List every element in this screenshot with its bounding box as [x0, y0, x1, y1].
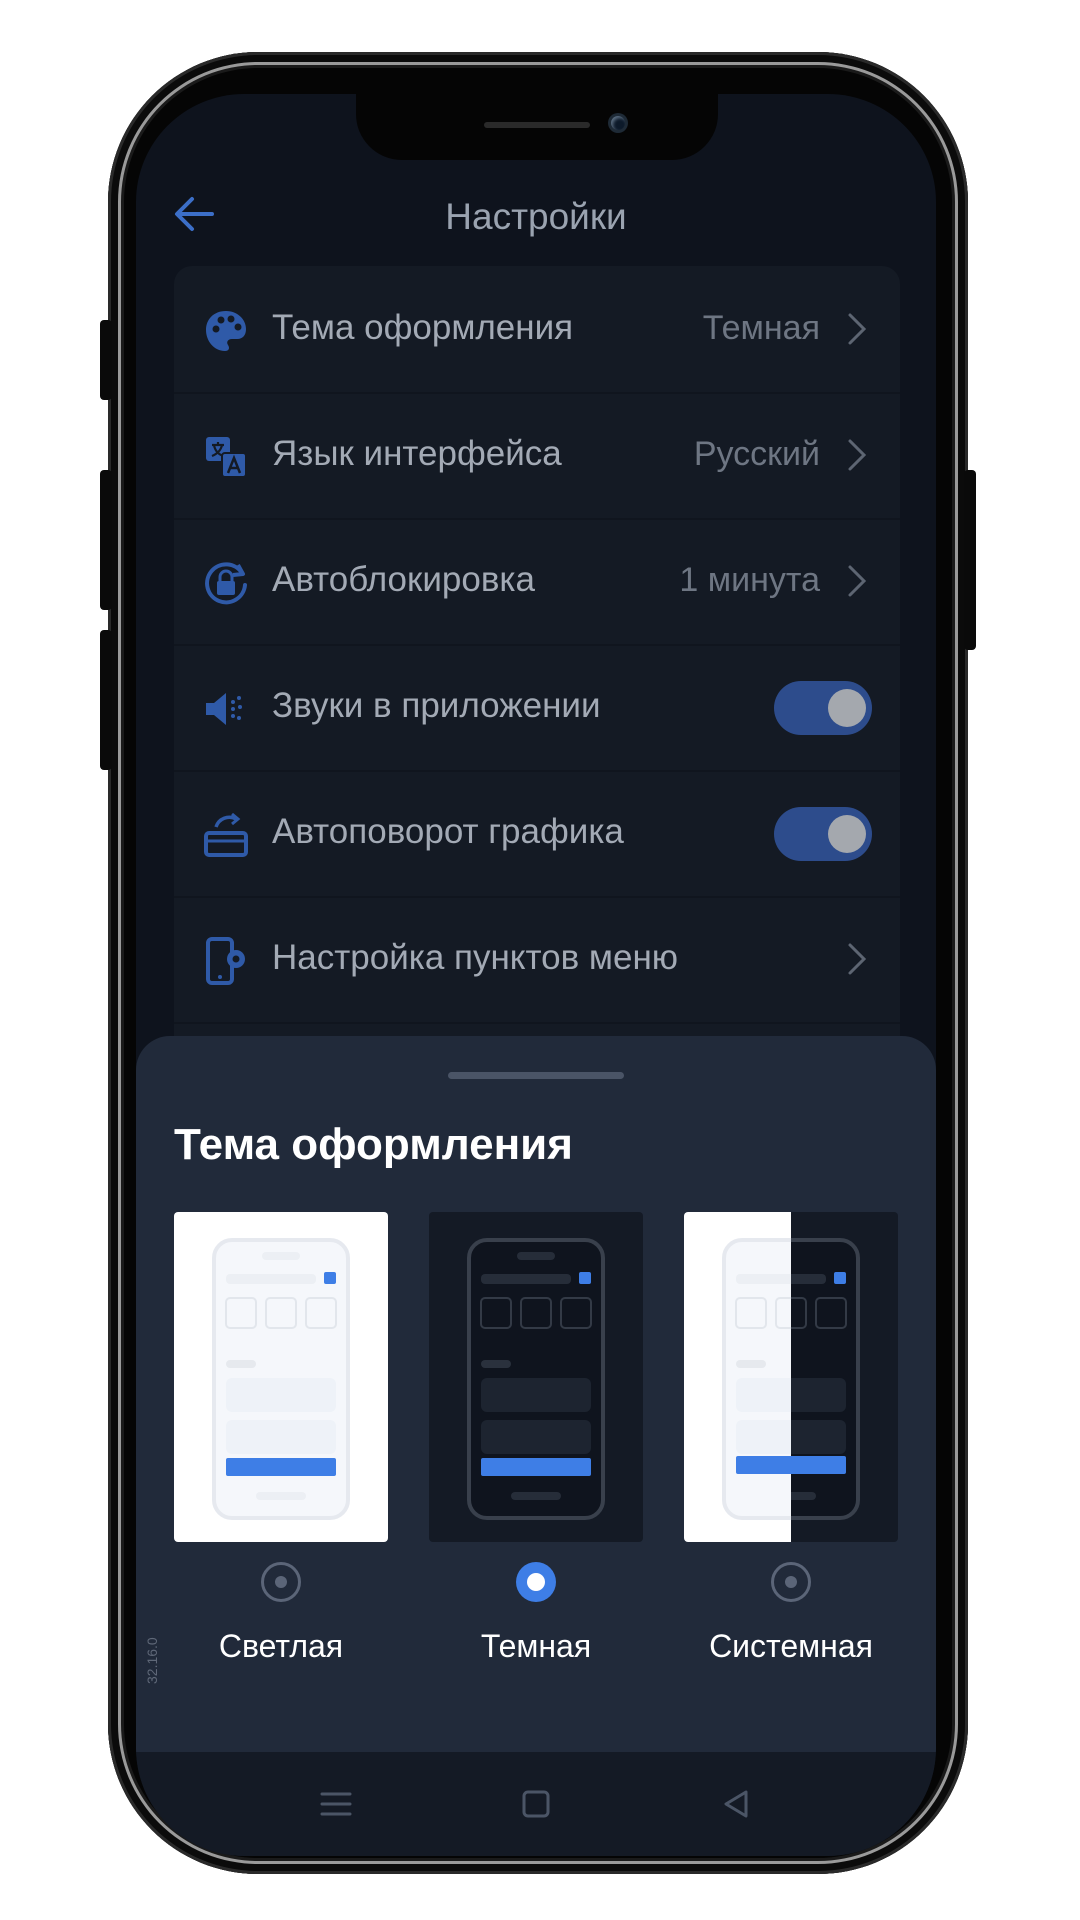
theme-label: Системная — [709, 1628, 873, 1664]
chevron-right-icon — [848, 313, 867, 345]
setting-row-autorotate[interactable]: Автоповорот графика — [174, 770, 900, 898]
volume-up-button — [100, 320, 112, 400]
front-camera-icon — [611, 116, 625, 130]
speaker-grille — [484, 122, 590, 128]
chevron-right-icon — [848, 943, 867, 975]
light-theme-preview — [174, 1212, 388, 1542]
sheet-title: Тема оформления — [174, 1120, 573, 1169]
setting-row-menu-items[interactable]: Настройка пунктов меню — [174, 896, 900, 1024]
top-bar: Настройки — [136, 174, 936, 254]
theme-label: Темная — [480, 1628, 592, 1664]
chevron-right-icon — [848, 565, 867, 597]
radio-light[interactable] — [261, 1562, 301, 1602]
setting-row-sounds[interactable]: Звуки в приложении — [174, 644, 900, 772]
setting-row-language[interactable]: Язык интерфейса Русский — [174, 392, 900, 520]
volume-side-button — [100, 630, 112, 770]
setting-value: Темная — [702, 309, 820, 347]
radio-system[interactable] — [771, 1562, 811, 1602]
theme-bottom-sheet: Тема оформления Светлая Темная Системная… — [136, 1036, 936, 1752]
menu-icon — [320, 1792, 352, 1816]
system-back-button[interactable] — [712, 1780, 760, 1828]
settings-list: Тема оформления Темная Язык интерфейса Р… — [174, 266, 900, 1066]
dark-theme-preview — [429, 1212, 643, 1542]
phone-screen: Настройки Тема оформления Темная Язык ин… — [136, 94, 936, 1856]
page-title: Настройки — [445, 196, 627, 237]
setting-value: Русский — [693, 435, 820, 473]
setting-label: Автоблокировка — [272, 560, 535, 599]
setting-row-autolock[interactable]: Автоблокировка 1 минута — [174, 518, 900, 646]
radio-dark[interactable] — [516, 1562, 556, 1602]
system-nav-bar — [136, 1752, 936, 1856]
palette-icon — [206, 311, 246, 351]
sounds-toggle[interactable] — [774, 681, 872, 735]
chevron-right-icon — [848, 439, 867, 471]
auto-lock-icon — [205, 562, 247, 605]
speaker-icon — [206, 693, 242, 725]
toggle-knob — [828, 689, 866, 727]
back-triangle-icon — [724, 1790, 748, 1818]
notch — [356, 94, 718, 160]
home-button[interactable] — [512, 1780, 560, 1828]
translate-icon — [206, 437, 247, 478]
system-theme-preview — [684, 1212, 898, 1542]
setting-label: Настройка пунктов меню — [272, 938, 679, 977]
setting-value: 1 минута — [679, 561, 820, 599]
setting-row-theme[interactable]: Тема оформления Темная — [174, 266, 900, 394]
home-square-icon — [522, 1790, 550, 1818]
setting-label: Тема оформления — [272, 308, 574, 347]
setting-label: Язык интерфейса — [272, 434, 562, 473]
volume-down-button — [100, 470, 112, 610]
theme-label: Светлая — [218, 1628, 344, 1664]
sheet-grabber[interactable] — [448, 1072, 624, 1079]
power-button — [964, 470, 976, 650]
setting-label: Звуки в приложении — [272, 686, 601, 725]
phone-settings-icon — [206, 937, 245, 985]
app-version: 32.16.0 — [144, 1637, 160, 1684]
autorotate-toggle[interactable] — [774, 807, 872, 861]
recent-apps-button[interactable] — [312, 1780, 360, 1828]
setting-label: Автоповорот графика — [272, 812, 624, 851]
toggle-knob — [828, 815, 866, 853]
rotate-screen-icon — [204, 812, 248, 857]
